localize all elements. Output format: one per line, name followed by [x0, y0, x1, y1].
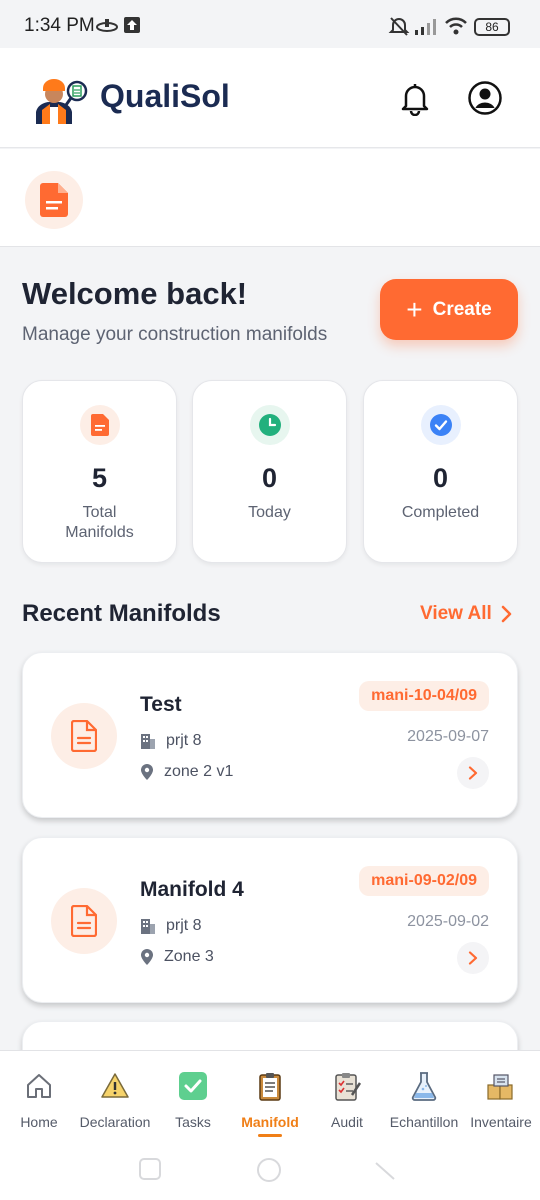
project-name: prjt 8: [166, 917, 202, 934]
manifold-card[interactable]: Manifold 4 prjt 8 Zone 3 mani-09-02/09 2…: [22, 837, 518, 1003]
home-button-icon[interactable]: [256, 1157, 282, 1183]
nav-item-echantillon[interactable]: Echantillon: [385, 1071, 463, 1130]
nav-label: Home: [20, 1114, 58, 1130]
manifold-card[interactable]: Test prjt 8 zone 2 v1 mani-10-04/09 2025…: [22, 652, 518, 818]
stat-label: Total Manifolds: [65, 504, 134, 541]
warning-icon: [101, 1073, 129, 1098]
zone-name: Zone 3: [164, 948, 214, 965]
battery-icon: 86: [474, 18, 510, 36]
nav-item-inventaire[interactable]: Inventaire: [462, 1071, 540, 1130]
signal-icon: [415, 19, 436, 35]
check-circle-icon: [420, 405, 461, 445]
manifold-title: Test: [140, 693, 182, 716]
stat-value: 0: [432, 463, 449, 493]
status-time: 1:34 PM: [24, 15, 95, 36]
nav-item-audit[interactable]: Audit: [308, 1071, 386, 1130]
app-title: QualiSol: [100, 78, 230, 114]
nav-label: Audit: [331, 1114, 363, 1130]
plus-icon: +: [406, 293, 423, 325]
manifold-doc-badge: [25, 171, 83, 229]
manifold-code-badge: mani-10-04/09: [359, 681, 489, 711]
clock-icon: [249, 405, 290, 445]
welcome-subtitle: Manage your construction manifolds: [22, 324, 328, 345]
active-indicator: [258, 1134, 282, 1137]
flask-icon: [411, 1072, 437, 1101]
document-icon: [51, 888, 117, 954]
zone-row: Zone 3: [140, 948, 214, 966]
nav-label: Declaration: [79, 1114, 151, 1130]
stat-value: 5: [91, 463, 108, 493]
home-icon: [27, 1074, 51, 1098]
open-manifold-button[interactable]: [457, 757, 489, 789]
zone-row: zone 2 v1: [140, 763, 233, 781]
back-icon[interactable]: [374, 1159, 396, 1181]
manifold-date: 2025-09-02: [407, 913, 489, 930]
stat-card-completed: 0 Completed: [363, 380, 518, 563]
account-icon[interactable]: [467, 80, 503, 116]
battery-level: 86: [485, 20, 499, 34]
building-icon: [141, 919, 155, 934]
document-icon: [79, 405, 120, 445]
logo-icon: [36, 79, 88, 124]
open-manifold-button[interactable]: [457, 942, 489, 974]
app-header: QualiSol: [0, 48, 540, 148]
mute-icon: [388, 17, 410, 36]
document-icon: [51, 703, 117, 769]
recent-apps-icon[interactable]: [139, 1158, 161, 1180]
bottom-nav: Home Declaration Tasks Manifold Audit Ec…: [0, 1050, 540, 1200]
location-pin-icon: [141, 764, 153, 780]
check-icon: [179, 1072, 207, 1100]
stat-value: 0: [261, 463, 278, 493]
chevron-right-icon: [501, 605, 512, 623]
building-icon: [141, 734, 155, 749]
project-name: prjt 8: [166, 732, 202, 749]
location-pin-icon: [141, 949, 153, 965]
manifold-date: 2025-09-07: [407, 728, 489, 745]
zone-name: zone 2 v1: [164, 763, 234, 780]
upload-icon: [124, 17, 140, 33]
create-label: Create: [432, 298, 492, 320]
inventory-icon: [487, 1074, 513, 1100]
nav-item-manifold[interactable]: Manifold: [231, 1071, 309, 1137]
manifold-code-badge: mani-09-02/09: [359, 866, 489, 896]
recent-manifolds-title: Recent Manifolds: [22, 600, 221, 627]
stat-card-today: 0 Today: [192, 380, 347, 563]
chevron-right-icon: [468, 951, 478, 965]
notification-bell-icon[interactable]: [398, 80, 432, 116]
manifold-title: Manifold 4: [140, 878, 244, 901]
view-all-label: View All: [420, 603, 492, 624]
document-icon: [40, 183, 68, 217]
nav-label: Inventaire: [470, 1114, 532, 1130]
nav-label: Manifold: [241, 1114, 299, 1130]
nav-item-tasks[interactable]: Tasks: [154, 1071, 232, 1130]
audit-icon: [335, 1073, 362, 1101]
nav-label: Tasks: [175, 1114, 211, 1130]
stat-label: Completed: [401, 504, 480, 521]
create-button[interactable]: + Create: [380, 279, 518, 340]
project-row: prjt 8: [140, 917, 202, 935]
wifi-icon: [445, 17, 467, 35]
status-bar: 1:34 PM 86: [0, 0, 540, 48]
project-row: prjt 8: [140, 732, 202, 750]
welcome-title: Welcome back!: [22, 276, 248, 311]
cast-icon: [96, 19, 118, 32]
nav-item-home[interactable]: Home: [0, 1071, 78, 1130]
chevron-right-icon: [468, 766, 478, 780]
nav-label: Echantillon: [389, 1114, 459, 1130]
view-all-link[interactable]: View All: [420, 603, 512, 625]
sub-header: [0, 149, 540, 247]
nav-item-declaration[interactable]: Declaration: [76, 1071, 154, 1130]
clipboard-icon: [259, 1073, 281, 1101]
stat-card-total: 5 Total Manifolds: [22, 380, 177, 563]
stat-label: Today: [248, 504, 291, 521]
